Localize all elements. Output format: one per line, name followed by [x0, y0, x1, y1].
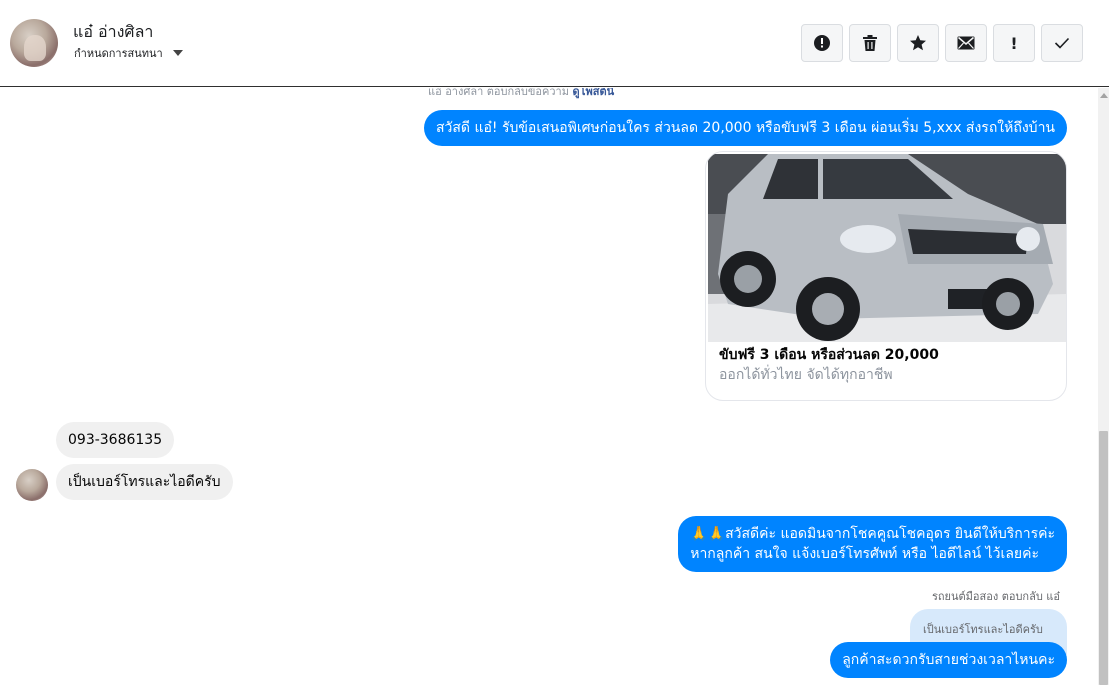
alert-circle-icon: [814, 35, 830, 51]
chat-scrollbar[interactable]: [1098, 88, 1109, 685]
reply-context-text: แอ๋ อ่างศิลา ตอบกลับข้อความ ดูโพสต์นี้: [428, 88, 614, 100]
offer-card[interactable]: ขับฟรี 3 เดือน หรือส่วนลด 20,000 ออกได้ท…: [705, 151, 1067, 401]
check-icon: [1054, 37, 1070, 49]
assign-conversation-dropdown[interactable]: กำหนดการสนทนา: [74, 44, 183, 62]
mail-icon: [957, 36, 975, 50]
scrollbar-thumb[interactable]: [1099, 431, 1108, 685]
scroll-up-arrow-icon[interactable]: [1100, 93, 1108, 98]
caret-down-icon: [172, 50, 183, 56]
trash-icon: [863, 35, 877, 51]
conversation-header: แอ๋ อ่างศิลา กำหนดการสนทนา !: [0, 0, 1109, 87]
incoming-message[interactable]: 093-3686135: [56, 422, 175, 458]
card-title: ขับฟรี 3 เดือน หรือส่วนลด 20,000: [719, 347, 939, 363]
contact-name[interactable]: แอ๋ อ่างศิลา: [73, 20, 153, 45]
exclamation-icon: !: [1010, 33, 1018, 53]
message-thread[interactable]: แอ๋ อ่างศิลา ตอบกลับข้อความ ดูโพสต์นี้ ส…: [0, 88, 1098, 685]
sent-by-label: รถยนต์มือสอง ตอบกลับ แอ๋: [931, 590, 1060, 603]
mark-unread-button[interactable]: [945, 24, 987, 62]
incoming-message[interactable]: เป็นเบอร์โทรและไอดีครับ: [56, 464, 233, 500]
follow-up-button[interactable]: !: [993, 24, 1035, 62]
conversation-toolbar: !: [801, 24, 1083, 62]
outgoing-message[interactable]: 🙏🙏สวัสดีค่ะ แอดมินจากโชคคูณโชคอุดร ยินดี…: [678, 516, 1067, 572]
outgoing-message[interactable]: สวัสดี แอ๋! รับข้อเสนอพิเศษก่อนใคร ส่วนล…: [423, 110, 1067, 146]
truck-image: [708, 154, 1066, 342]
contact-avatar[interactable]: [10, 19, 58, 67]
outgoing-message[interactable]: ลูกค้าสะดวกรับสายช่วงเวลาไหนคะ: [830, 642, 1067, 678]
star-icon: [910, 35, 926, 51]
assign-label: กำหนดการสนทนา: [74, 47, 163, 60]
view-post-link[interactable]: ดูโพสต์นี้: [572, 88, 614, 98]
mark-spam-button[interactable]: [801, 24, 843, 62]
delete-button[interactable]: [849, 24, 891, 62]
contact-avatar-small: [16, 469, 48, 501]
mark-done-button[interactable]: [1041, 24, 1083, 62]
card-subtitle: ออกได้ทั่วไทย จัดได้ทุกอาชีพ: [719, 367, 893, 383]
star-button[interactable]: [897, 24, 939, 62]
